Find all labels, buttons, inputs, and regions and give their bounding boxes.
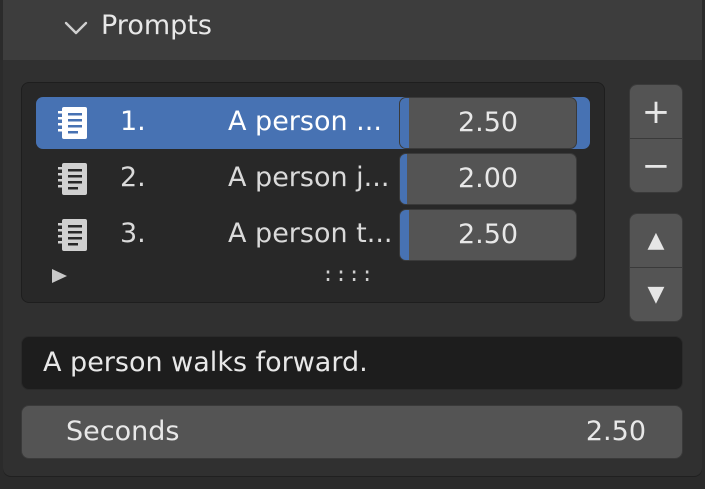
move-group: ▲ ▼	[629, 213, 683, 322]
triangle-up-icon: ▲	[647, 227, 665, 253]
row-name[interactable]: A person ...	[228, 104, 382, 140]
seconds-value: 2.50	[585, 416, 646, 447]
panel-title: Prompts	[101, 10, 212, 41]
row-index: 1.	[120, 106, 146, 137]
filter-expand-triangle-icon[interactable]	[52, 269, 67, 283]
triangle-down-icon: ▼	[647, 281, 665, 307]
duration-value: 2.00	[457, 163, 519, 194]
list-resize-grip[interactable]: ::::	[322, 262, 374, 286]
move-down-button[interactable]: ▼	[630, 267, 682, 321]
list-item[interactable]: 2. A person j... 2.00	[36, 153, 590, 205]
seconds-field[interactable]: Seconds 2.50	[21, 405, 683, 459]
move-up-button[interactable]: ▲	[630, 214, 682, 267]
add-remove-group: + −	[629, 84, 683, 193]
duration-slider[interactable]: 2.50	[399, 97, 577, 149]
duration-slider[interactable]: 2.50	[399, 209, 577, 261]
panel-header[interactable]: Prompts	[3, 0, 702, 60]
prompt-text-field[interactable]: A person walks forward.	[21, 336, 683, 390]
list-item[interactable]: 3. A person t... 2.50	[36, 209, 590, 261]
row-index: 2.	[120, 162, 146, 193]
duration-value: 2.50	[457, 107, 519, 138]
plus-icon: +	[641, 91, 671, 132]
row-name[interactable]: A person t...	[228, 216, 393, 252]
duration-slider[interactable]: 2.00	[399, 153, 577, 205]
text-document-icon	[58, 219, 87, 251]
chevron-down-icon[interactable]	[63, 20, 89, 36]
list-item[interactable]: 1. A person ... 2.50	[36, 97, 590, 149]
text-document-icon	[58, 163, 87, 195]
remove-button[interactable]: −	[630, 138, 682, 192]
minus-icon: −	[641, 145, 671, 186]
row-index: 3.	[120, 218, 146, 249]
seconds-label: Seconds	[66, 416, 180, 447]
prompt-text-value: A person walks forward.	[43, 347, 368, 378]
add-button[interactable]: +	[630, 85, 682, 138]
text-document-icon	[58, 107, 87, 139]
duration-value: 2.50	[457, 219, 519, 250]
row-name[interactable]: A person j...	[228, 160, 389, 196]
